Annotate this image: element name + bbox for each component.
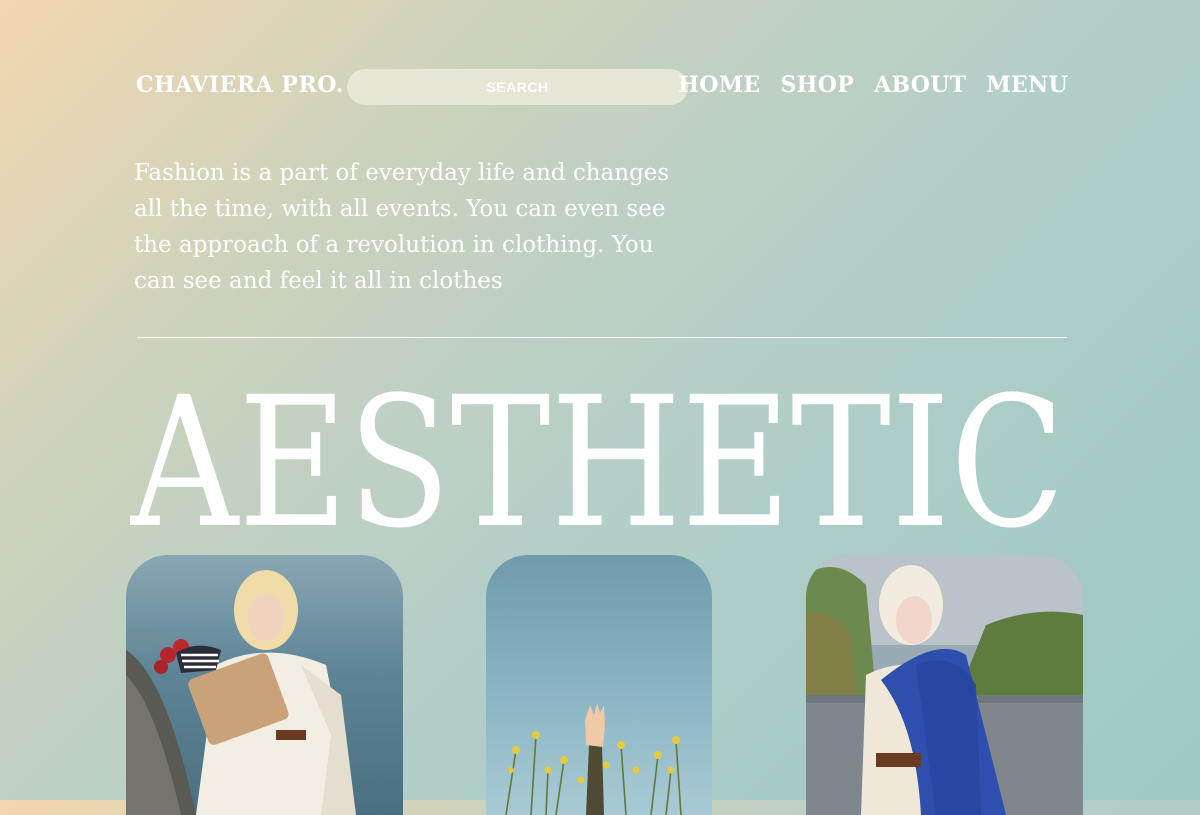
nav-shop[interactable]: SHOP	[780, 72, 854, 98]
photo-woman-with-flowers	[126, 555, 403, 815]
search-bar[interactable]: SEARCH	[347, 69, 688, 105]
divider	[137, 337, 1067, 338]
gallery-card-1[interactable]	[126, 555, 403, 815]
main-nav: HOME SHOP ABOUT MENU	[678, 72, 1068, 98]
gallery-card-3[interactable]	[806, 555, 1083, 815]
nav-menu[interactable]: MENU	[986, 72, 1068, 98]
gallery-card-2[interactable]	[486, 555, 712, 815]
nav-about[interactable]: ABOUT	[874, 72, 966, 98]
photo-hand-in-field	[486, 555, 712, 815]
headline-text: AESTHETIC	[130, 365, 1065, 540]
nav-home[interactable]: HOME	[678, 72, 760, 98]
search-label: SEARCH	[486, 79, 549, 95]
photo-woman-with-blue-cape	[806, 555, 1083, 815]
headline: AESTHETIC	[130, 365, 1070, 540]
brand-logo[interactable]: CHAVIERA PRO.	[136, 72, 344, 98]
intro-paragraph: Fashion is a part of everyday life and c…	[134, 160, 670, 294]
